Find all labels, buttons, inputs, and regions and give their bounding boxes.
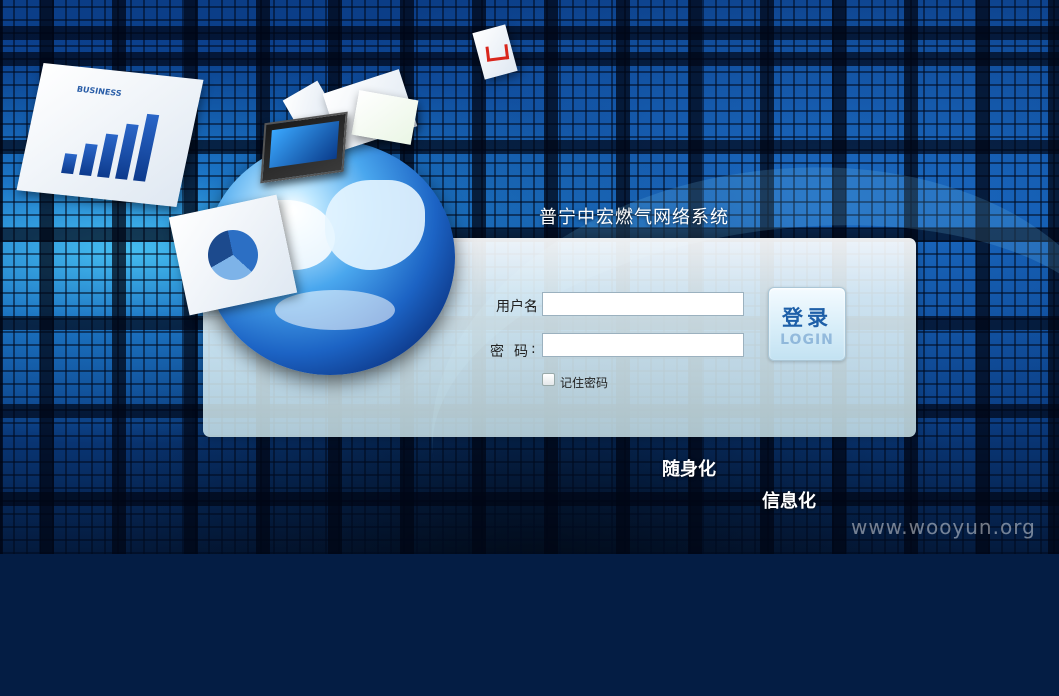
password-label: 密码 bbox=[490, 344, 538, 360]
watermark: www.wooyun.org bbox=[851, 515, 1036, 539]
remember-password-label[interactable]: 记住密码 bbox=[560, 374, 608, 391]
remember-password-checkbox[interactable] bbox=[542, 373, 555, 386]
login-button[interactable]: 登录 LOGIN bbox=[768, 287, 846, 361]
username-input[interactable] bbox=[542, 292, 744, 316]
username-label: 用户名 bbox=[496, 299, 538, 315]
business-chart-paper: BUSINESS bbox=[16, 63, 204, 207]
system-title: 普宁中宏燃气网络系统 bbox=[539, 207, 729, 228]
paper-label: BUSINESS bbox=[75, 84, 123, 99]
slogan-informatization: 信息化 bbox=[762, 491, 816, 512]
password-input[interactable] bbox=[542, 333, 744, 357]
login-button-sublabel: LOGIN bbox=[780, 332, 834, 348]
password-colon: : bbox=[531, 341, 536, 357]
slogan-mobile: 随身化 bbox=[662, 459, 716, 480]
laptop-illustration bbox=[260, 111, 348, 184]
login-button-label: 登录 bbox=[782, 306, 832, 330]
username-colon: : bbox=[531, 296, 536, 312]
